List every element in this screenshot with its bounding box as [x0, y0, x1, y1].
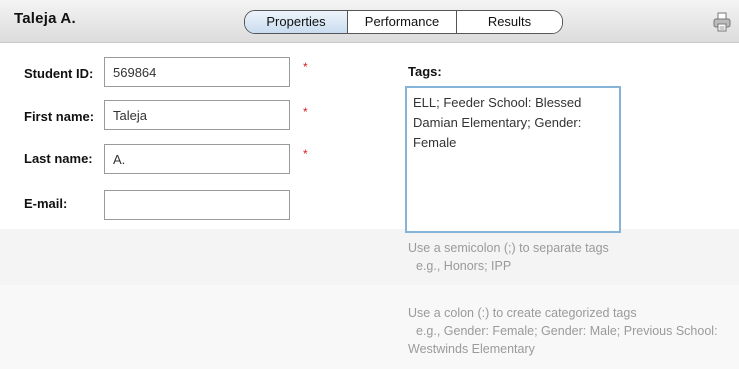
tab-performance[interactable]: Performance: [347, 11, 456, 33]
tags-hint-colon-example-line1: e.g., Gender: Female; Gender: Male; Prev…: [416, 324, 718, 338]
tags-hint-colon-example-line2: Westwinds Elementary: [408, 342, 535, 356]
last-name-label: Last name:: [24, 151, 93, 166]
tab-bar: Properties Performance Results: [244, 10, 563, 34]
email-label: E-mail:: [24, 196, 68, 211]
tags-hint-semicolon-text: Use a semicolon (;) to separate tags: [408, 241, 609, 255]
printer-icon[interactable]: [713, 12, 731, 32]
first-name-field[interactable]: [104, 100, 290, 130]
email-field[interactable]: [104, 190, 290, 220]
tags-label: Tags:: [408, 64, 442, 79]
tags-textarea[interactable]: ELL; Feeder School: Blessed Damian Eleme…: [405, 86, 621, 233]
form-band-middle: [0, 229, 739, 285]
first-name-required-marker: *: [303, 105, 308, 119]
tab-results[interactable]: Results: [456, 11, 562, 33]
student-id-label: Student ID:: [24, 66, 94, 81]
last-name-field[interactable]: [104, 144, 290, 174]
tags-hint-colon-text: Use a colon (:) to create categorized ta…: [408, 306, 637, 320]
first-name-label: First name:: [24, 109, 95, 124]
student-name-title: Taleja A.: [14, 10, 76, 27]
last-name-required-marker: *: [303, 147, 308, 161]
tags-hint-colon: Use a colon (:) to create categorized ta…: [408, 304, 718, 358]
student-id-field[interactable]: [104, 57, 290, 87]
tags-hint-semicolon-example: e.g., Honors; IPP: [416, 259, 512, 273]
panel-header: Taleja A. Properties Performance Results: [0, 0, 739, 43]
tab-properties[interactable]: Properties: [245, 11, 347, 33]
student-id-required-marker: *: [303, 60, 308, 74]
tags-hint-semicolon: Use a semicolon (;) to separate tags e.g…: [408, 239, 609, 275]
student-properties-panel: Taleja A. Properties Performance Results…: [0, 0, 739, 369]
